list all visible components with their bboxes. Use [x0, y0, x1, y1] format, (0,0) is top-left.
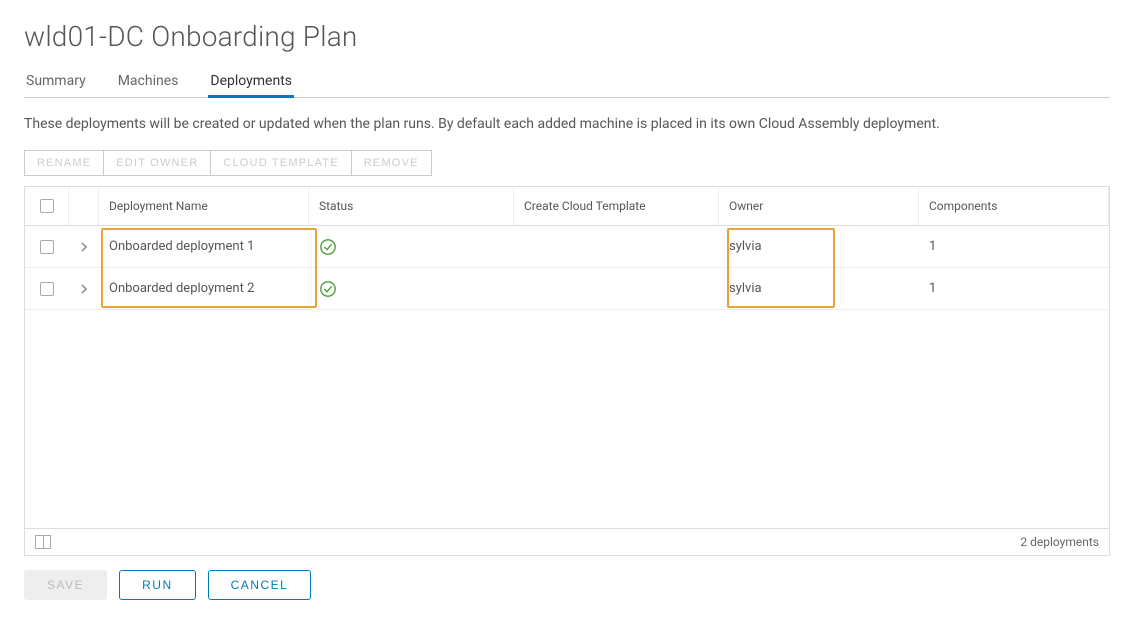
row-components: 1: [919, 273, 1109, 304]
status-ok-icon: [319, 280, 337, 298]
tab-machines[interactable]: Machines: [116, 67, 181, 97]
run-button[interactable]: RUN: [119, 570, 196, 600]
table-footer: 2 deployments: [25, 528, 1109, 555]
table-header: Deployment Name Status Create Cloud Temp…: [25, 187, 1109, 226]
tab-summary[interactable]: Summary: [24, 67, 88, 97]
toolbar: RENAME EDIT OWNER CLOUD TEMPLATE REMOVE: [24, 150, 1110, 176]
save-button: SAVE: [24, 570, 107, 600]
footer-count: 2 deployments: [1020, 535, 1099, 549]
row-components: 1: [919, 231, 1109, 262]
row-expand-cell: [69, 276, 99, 302]
status-ok-icon: [319, 238, 337, 256]
remove-button[interactable]: REMOVE: [352, 150, 432, 176]
row-template: [514, 281, 719, 297]
tab-deployments[interactable]: Deployments: [208, 67, 294, 97]
row-name: Onboarded deployment 2: [99, 273, 309, 304]
row-owner: sylvia: [719, 273, 919, 304]
header-owner[interactable]: Owner: [719, 187, 919, 225]
row-template: [514, 239, 719, 255]
chevron-right-icon[interactable]: [79, 284, 89, 294]
row-status: [309, 230, 514, 264]
tabs: Summary Machines Deployments: [24, 67, 1110, 98]
header-expand-cell: [69, 187, 99, 225]
edit-owner-button[interactable]: EDIT OWNER: [104, 150, 211, 176]
header-template[interactable]: Create Cloud Template: [514, 187, 719, 225]
description-text: These deployments will be created or upd…: [24, 116, 1110, 132]
row-status: [309, 272, 514, 306]
row-owner: sylvia: [719, 231, 919, 262]
table-row[interactable]: Onboarded deployment 1 sylvia 1: [25, 226, 1109, 268]
row-checkbox[interactable]: [40, 282, 54, 296]
deployments-table: Deployment Name Status Create Cloud Temp…: [24, 186, 1110, 556]
row-checkbox-cell: [25, 232, 69, 262]
select-all-checkbox[interactable]: [40, 199, 54, 213]
cancel-button[interactable]: CANCEL: [208, 570, 312, 600]
rename-button[interactable]: RENAME: [24, 150, 104, 176]
row-checkbox[interactable]: [40, 240, 54, 254]
row-checkbox-cell: [25, 274, 69, 304]
column-toggle-icon[interactable]: [35, 535, 51, 549]
header-name[interactable]: Deployment Name: [99, 187, 309, 225]
header-components[interactable]: Components: [919, 187, 1109, 225]
chevron-right-icon[interactable]: [79, 242, 89, 252]
row-expand-cell: [69, 234, 99, 260]
row-name: Onboarded deployment 1: [99, 231, 309, 262]
header-status[interactable]: Status: [309, 187, 514, 225]
table-row[interactable]: Onboarded deployment 2 sylvia 1: [25, 268, 1109, 310]
page-title: wld01-DC Onboarding Plan: [24, 20, 1110, 53]
cloud-template-button[interactable]: CLOUD TEMPLATE: [211, 150, 351, 176]
table-body: Onboarded deployment 1 sylvia 1 Onboarde…: [25, 226, 1109, 528]
action-bar: SAVE RUN CANCEL: [24, 570, 1110, 600]
header-checkbox-cell: [25, 187, 69, 225]
